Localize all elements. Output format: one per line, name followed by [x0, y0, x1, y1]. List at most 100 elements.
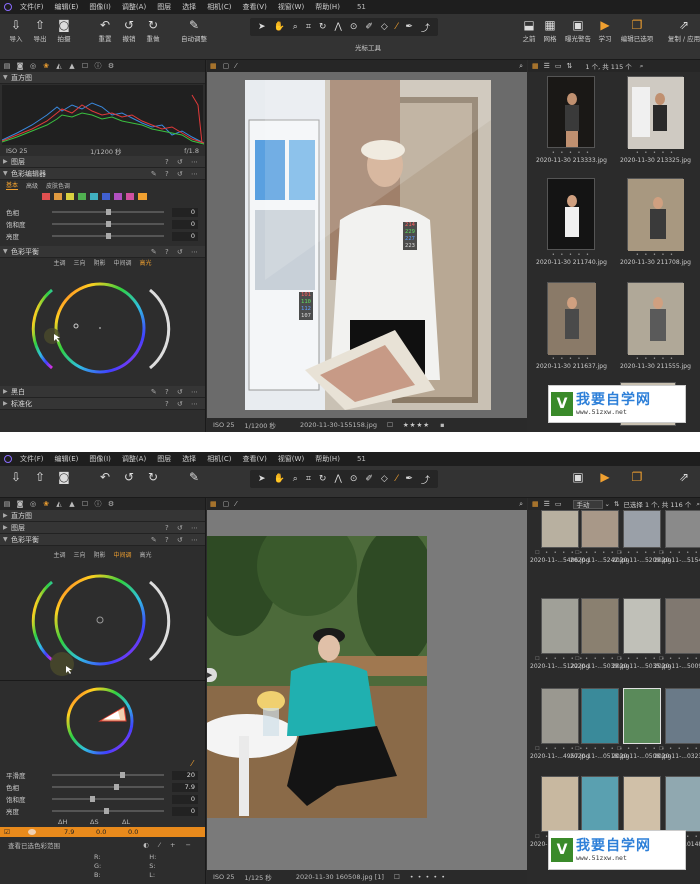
- tab-master[interactable]: 主调: [53, 550, 65, 560]
- menu-layers[interactable]: 图层: [157, 454, 171, 464]
- thumbnail[interactable]: • • • • • 2020-11-30 211637.jpg: [536, 282, 607, 370]
- color-wheel[interactable]: [0, 560, 206, 680]
- slider-knob[interactable]: [106, 221, 111, 227]
- menu-view[interactable]: 查看(V): [243, 454, 267, 464]
- filter-dropdown[interactable]: 手动: [572, 499, 603, 509]
- color-balance-header[interactable]: ▼ 色彩平衡 ✎ ? ↺ ⋯: [0, 246, 205, 258]
- lightness-slider[interactable]: 亮度 0: [0, 230, 205, 242]
- tab-midtone[interactable]: 中间调: [114, 258, 132, 268]
- swatch-yellow[interactable]: [66, 192, 74, 200]
- histogram-header[interactable]: ▶ 直方图: [0, 510, 205, 522]
- menu-select[interactable]: 选择: [182, 2, 196, 12]
- saturation-value[interactable]: 0: [172, 794, 198, 804]
- pointer-tool-icon[interactable]: ➤: [258, 22, 266, 32]
- menu-select[interactable]: 选择: [182, 454, 196, 464]
- annotate-tool-icon[interactable]: ✒: [405, 474, 413, 484]
- learn-button[interactable]: ▶ 学习: [593, 18, 617, 43]
- copy-apply-button[interactable]: ⇗ 复制 / 应用: [668, 18, 700, 43]
- browser-strip-icon[interactable]: ▭: [555, 500, 562, 508]
- learn-button[interactable]: ▶: [593, 470, 617, 484]
- menu-image[interactable]: 图像(I): [89, 2, 111, 12]
- viewer-single-icon[interactable]: ▢: [223, 62, 230, 70]
- brush-tool-icon[interactable]: ✐: [365, 22, 373, 32]
- spot-tool-icon[interactable]: ⊙: [350, 22, 358, 32]
- capture-button[interactable]: ◙: [52, 470, 76, 484]
- import-button[interactable]: ⇩: [4, 470, 28, 484]
- swatch-pink[interactable]: [126, 192, 134, 200]
- copy-adjust-tool-icon[interactable]: ⤴: [421, 21, 430, 34]
- crop-tool-icon[interactable]: ⌗: [306, 474, 311, 484]
- zoom-tool-icon[interactable]: ⌕: [293, 474, 298, 484]
- eyedropper-icon[interactable]: ⁄: [0, 759, 205, 769]
- color-range-row[interactable]: ☑ 7.9 0.0 0.0: [0, 827, 205, 837]
- menu-edit[interactable]: 编辑(E): [55, 454, 79, 464]
- swatch-red[interactable]: [42, 192, 50, 200]
- section-tools-icon[interactable]: ? ↺ ⋯: [165, 158, 201, 166]
- range-tools-icon[interactable]: ◐ ⁄ + −: [143, 841, 195, 849]
- menu-help[interactable]: 帮助(H): [315, 454, 340, 464]
- menu-layers[interactable]: 图层: [157, 2, 171, 12]
- color-tab-icon[interactable]: ❀: [41, 500, 51, 508]
- menu-file[interactable]: 文件(F): [20, 2, 44, 12]
- menu-window[interactable]: 视窗(W): [278, 454, 304, 464]
- undo-button[interactable]: ↺ 撤销: [117, 18, 141, 43]
- hue-value[interactable]: 7.9: [172, 782, 198, 792]
- menu-help[interactable]: 帮助(H): [315, 2, 340, 12]
- reset-button[interactable]: ↶ 重置: [93, 18, 117, 43]
- lens-tab-icon[interactable]: ◎: [28, 62, 38, 70]
- thumbnail[interactable]: • • • • • 2020-11-30 211740.jpg: [536, 178, 607, 266]
- eraser-tool-icon[interactable]: ◇: [381, 474, 388, 484]
- tab-3way[interactable]: 三向: [73, 550, 85, 560]
- metadata-tab-icon[interactable]: ⓘ: [93, 500, 103, 508]
- browser-grid-icon[interactable]: ▦: [532, 62, 539, 70]
- color-picker-tool-icon[interactable]: ⁄: [396, 474, 398, 484]
- menu-adjust[interactable]: 调整(A): [122, 454, 146, 464]
- exposure-tab-icon[interactable]: ◭: [54, 62, 64, 70]
- metadata-tab-icon[interactable]: ⓘ: [93, 62, 103, 70]
- menu-camera[interactable]: 相机(C): [207, 454, 231, 464]
- viewer-eyedrop-icon[interactable]: ⁄: [235, 62, 236, 70]
- lightness-value[interactable]: 0: [172, 231, 198, 241]
- rating-dots[interactable]: ☐ • • • • •: [659, 550, 700, 556]
- swatch-cyan[interactable]: [90, 192, 98, 200]
- grid-button[interactable]: ▦ 网格: [538, 18, 562, 43]
- rating-dots[interactable]: ☐ • • • • •: [659, 656, 700, 662]
- tab-skin-tone[interactable]: 皮肤色调: [46, 181, 70, 190]
- section-tools-icon[interactable]: ? ↺ ⋯: [165, 524, 201, 532]
- reset-button[interactable]: ↶: [93, 470, 117, 484]
- auto-adjust-button[interactable]: ✎ 自动调整: [181, 18, 207, 43]
- slider-knob[interactable]: [114, 784, 119, 790]
- sort-icon[interactable]: ⇅: [614, 500, 619, 508]
- viewer-grid-icon[interactable]: ▦: [210, 62, 217, 70]
- tab-advanced[interactable]: 高级: [26, 181, 38, 190]
- tab-highlight[interactable]: 高光: [140, 258, 152, 268]
- bw-header[interactable]: ▶ 黑白 ✎ ? ↺ ⋯: [0, 386, 205, 398]
- thumbnail[interactable]: ☐ • • • • •2020-11-...5009.jpg: [654, 598, 700, 670]
- eraser-tool-icon[interactable]: ◇: [381, 22, 388, 32]
- slider-knob[interactable]: [120, 772, 125, 778]
- saturation-value[interactable]: 0: [172, 219, 198, 229]
- smoothness-slider[interactable]: 平滑度 20: [0, 769, 205, 781]
- details-tab-icon[interactable]: ▲: [67, 500, 77, 508]
- thumbnail[interactable]: • • • • • 2020-11-30 213333.jpg: [536, 76, 607, 164]
- menu-window[interactable]: 视窗(W): [278, 2, 304, 12]
- tab-3way[interactable]: 三向: [73, 258, 85, 268]
- copy-apply-button[interactable]: ⇗: [672, 470, 696, 484]
- chevron-down-icon[interactable]: ⌄: [605, 500, 610, 508]
- layers-header[interactable]: ▶ 图层? ↺ ⋯: [0, 156, 205, 168]
- histogram-header[interactable]: ▼ 直方图: [0, 72, 205, 84]
- tab-shadow[interactable]: 阴影: [93, 550, 105, 560]
- export-button[interactable]: ⇧: [28, 470, 52, 484]
- redo-button[interactable]: ↻: [141, 470, 165, 484]
- spot-tool-icon[interactable]: ⊙: [350, 474, 358, 484]
- viewer-grid-icon[interactable]: ▦: [210, 500, 217, 508]
- rating-stars[interactable]: ★★★★: [403, 421, 430, 429]
- rating-dots[interactable]: ☐ • • • • •: [659, 746, 700, 752]
- checkbox-icon[interactable]: ☐: [387, 421, 393, 429]
- library-tab-icon[interactable]: ▤: [2, 500, 12, 508]
- exposure-tab-icon[interactable]: ◭: [54, 500, 64, 508]
- color-editor-header[interactable]: ▼ 色彩编辑器 ✎ ? ↺ ⋯: [0, 168, 205, 180]
- hand-tool-icon[interactable]: ✋: [274, 474, 285, 484]
- adjustments-tab-icon[interactable]: ☐: [80, 500, 90, 508]
- browser-search-icon[interactable]: ⌕: [640, 62, 644, 71]
